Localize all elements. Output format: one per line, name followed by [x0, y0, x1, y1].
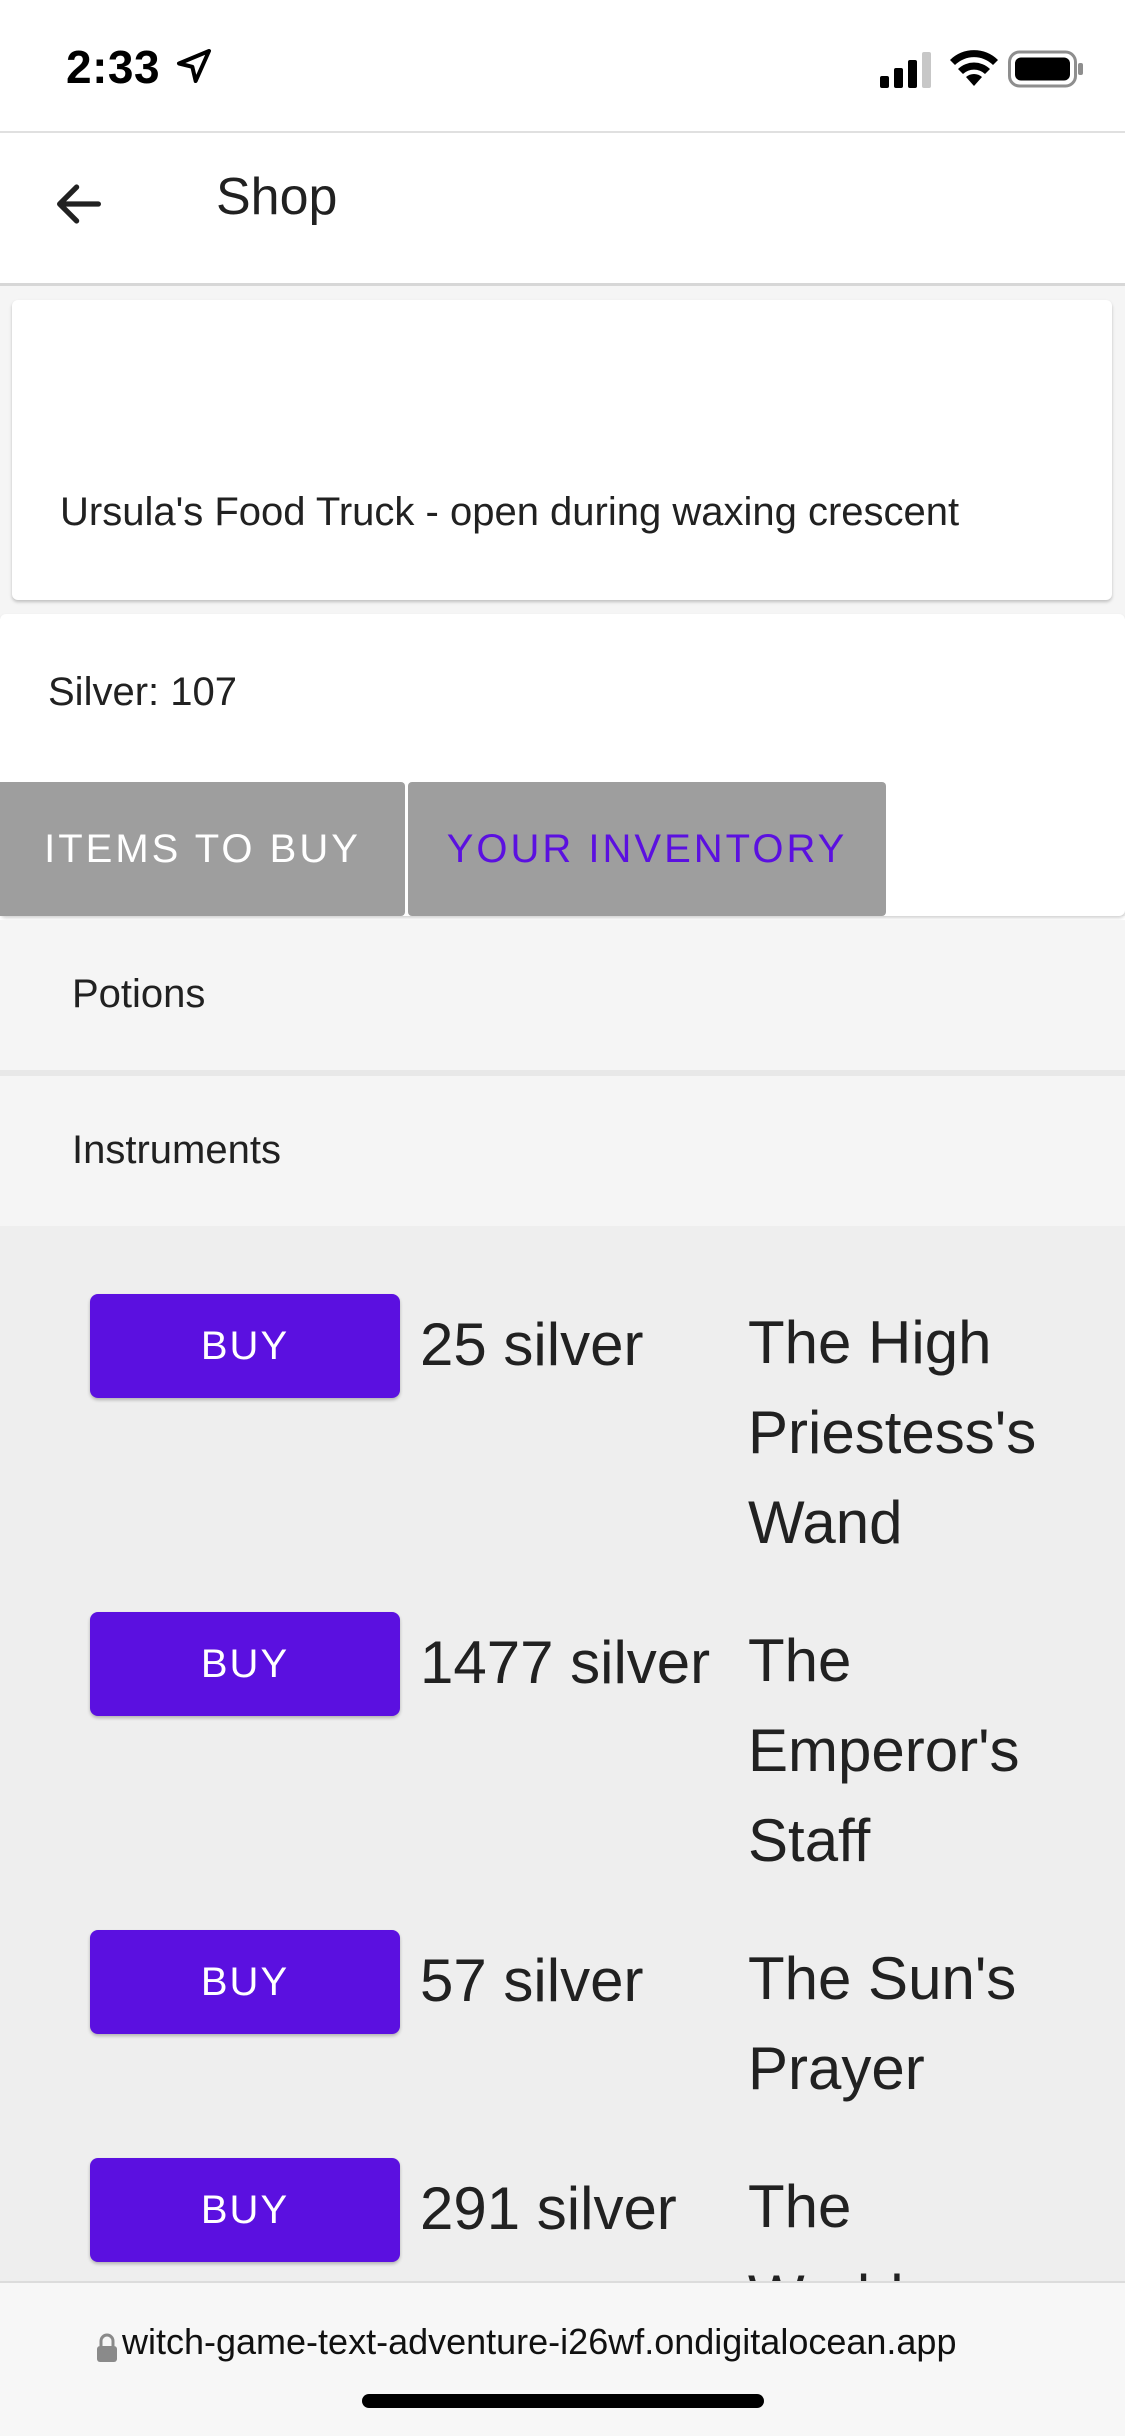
wifi-icon [950, 50, 998, 86]
buy-button[interactable]: BUY [90, 1612, 400, 1716]
item-name: The High Priestess's Wand [748, 1309, 1037, 1556]
app-bar: Shop [0, 131, 1125, 286]
items-list: BUY 25 silver The High Priestess's Wand … [0, 1226, 1125, 2281]
silver-balance: Silver: 107 [48, 670, 237, 714]
list-item: BUY 57 silver The Sun's Prayer [0, 1862, 1125, 2102]
signal-icon [880, 52, 931, 88]
home-indicator[interactable] [362, 2394, 764, 2408]
status-bar: 2:33 [0, 0, 1125, 131]
buy-button[interactable]: BUY [90, 2158, 400, 2262]
buy-button[interactable]: BUY [90, 1294, 400, 1398]
tab-your-inventory[interactable]: YOUR INVENTORY [408, 782, 886, 916]
panel-instruments[interactable]: Instruments [0, 1076, 1125, 1226]
list-item: BUY 1477 silver The Emperor's Staff [0, 1544, 1125, 1874]
page-title: Shop [216, 168, 338, 226]
shop-card: Ursula's Food Truck - open during waxing… [12, 300, 1112, 600]
location-arrow-icon [177, 49, 211, 83]
buy-button[interactable]: BUY [90, 1930, 400, 2034]
list-item: BUY 25 silver The High Priestess's Wand [0, 1226, 1125, 1556]
status-time: 2:33 [66, 41, 161, 93]
lock-icon [97, 2333, 117, 2362]
item-price: 25 silver [420, 1311, 644, 1378]
item-price: 1477 silver [420, 1629, 711, 1696]
item-name: The Emperor's Staff [748, 1627, 1020, 1874]
url-text: witch-game-text-adventure-i26wf.ondigita… [122, 2321, 957, 2362]
tab-items-to-buy[interactable]: ITEMS TO BUY [0, 782, 405, 916]
panel-potions[interactable]: Potions [0, 920, 1125, 1070]
battery-icon [1008, 50, 1083, 88]
list-item: BUY 291 silver The World... [0, 2090, 1125, 2281]
browser-url-bar[interactable]: witch-game-text-adventure-i26wf.ondigita… [0, 2281, 1125, 2436]
tab-label: ITEMS TO BUY [44, 827, 361, 871]
tab-label: YOUR INVENTORY [446, 827, 848, 871]
item-name: The Sun's Prayer [748, 1945, 1017, 2102]
panel-label: Potions [72, 972, 206, 1016]
item-price: 291 silver [420, 2175, 677, 2242]
panel-label: Instruments [72, 1128, 281, 1172]
item-name: The World... [748, 2173, 954, 2281]
back-arrow-icon[interactable] [50, 175, 108, 233]
shop-description: Ursula's Food Truck - open during waxing… [60, 490, 960, 534]
item-price: 57 silver [420, 1947, 644, 2014]
